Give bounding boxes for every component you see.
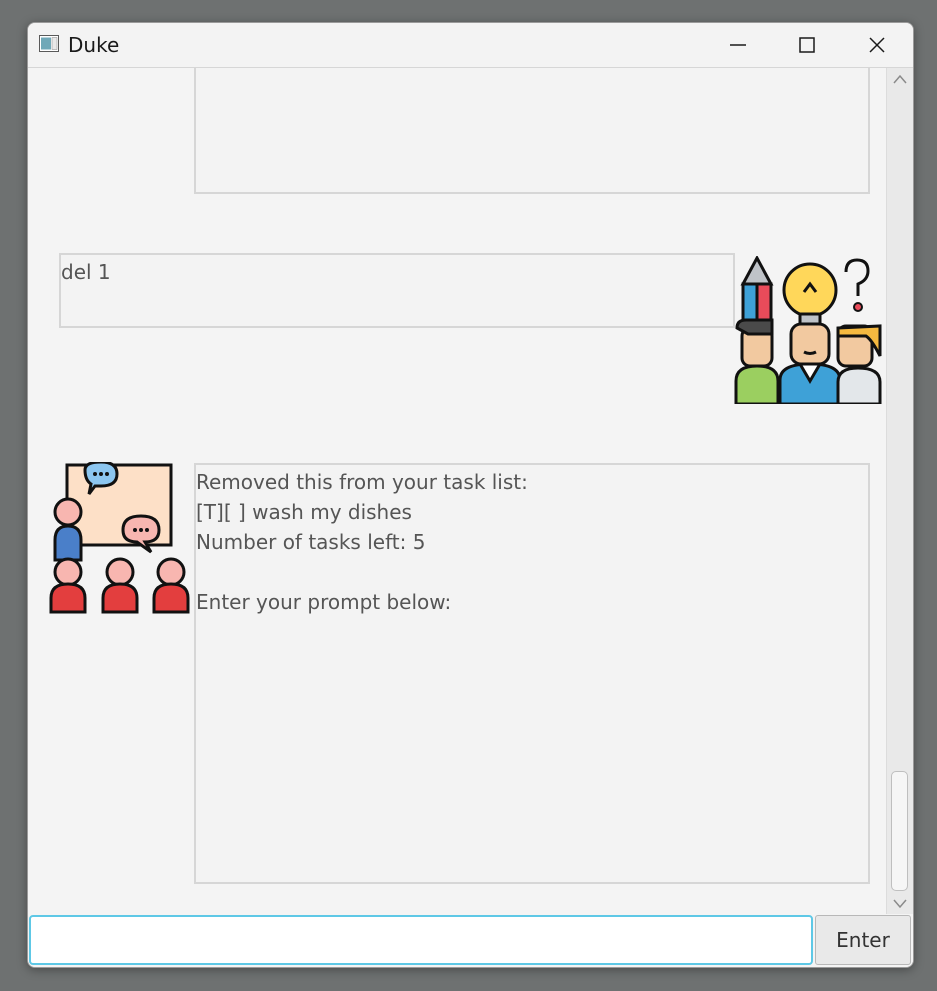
chevron-down-icon[interactable] — [892, 897, 908, 911]
scrollbar-thumb[interactable] — [891, 771, 908, 891]
maximize-button[interactable] — [779, 23, 835, 67]
app-icon — [39, 35, 59, 52]
window-title: Duke — [68, 33, 120, 57]
vertical-scrollbar[interactable] — [886, 68, 913, 914]
team-ideas-icon — [734, 256, 882, 404]
app-window: Duke del 1 Removed this from your task l… — [27, 22, 914, 968]
minimize-icon — [730, 44, 746, 46]
maximize-icon — [799, 37, 815, 53]
teacher-class-icon — [49, 462, 190, 614]
enter-button[interactable]: Enter — [815, 915, 911, 965]
bot-message-box: Removed this from your task list: [T][ ]… — [194, 463, 870, 884]
close-icon — [869, 37, 885, 53]
prompt-input[interactable] — [29, 915, 813, 965]
minimize-button[interactable] — [710, 23, 766, 67]
close-button[interactable] — [849, 23, 905, 67]
bot-message-box — [194, 68, 870, 194]
chat-scroll-area[interactable]: del 1 Removed this from your task list: … — [28, 68, 913, 914]
input-bar: Enter — [28, 914, 913, 967]
user-message-box: del 1 — [59, 253, 735, 328]
title-bar[interactable]: Duke — [28, 23, 913, 68]
chevron-up-icon[interactable] — [892, 72, 908, 86]
